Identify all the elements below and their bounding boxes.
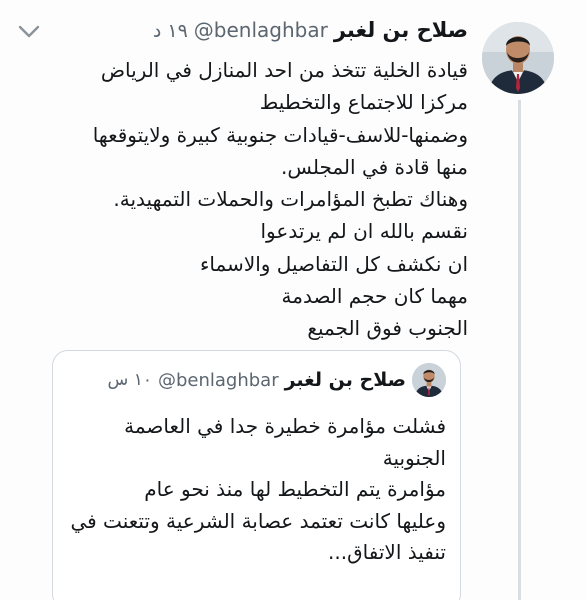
quoted-user-handle: @benlaghbar	[157, 369, 279, 391]
chevron-down-icon[interactable]	[18, 24, 40, 40]
tweet-header: صلاح بن لغبر @benlaghbar ١٩ د	[153, 18, 468, 52]
quoted-line: مؤامرة يتم التخطيط لها منذ نحو عام	[144, 477, 446, 501]
user-handle[interactable]: @benlaghbar	[194, 18, 328, 42]
quoted-avatar	[412, 363, 446, 397]
avatar[interactable]	[482, 22, 554, 94]
quoted-line: الجنوبية	[382, 445, 446, 470]
profile-photo-icon	[482, 22, 554, 94]
tweet-line: وضمنها-للاسف-قيادات جنوبية كبيرة ولايتوق…	[92, 122, 468, 147]
quoted-timestamp: ١٠ س	[107, 370, 152, 390]
tweet-text: قيادة الخلية تتخذ من احد المنازل في الري…	[28, 54, 468, 345]
tweet-screenshot: صلاح بن لغبر @benlaghbar ١٩ د قيادة الخل…	[0, 0, 586, 600]
timestamp[interactable]: ١٩ د	[153, 20, 188, 42]
thread-connector	[518, 100, 521, 600]
quoted-display-name: صلاح بن لغبر	[284, 369, 406, 391]
profile-photo-icon	[412, 363, 446, 397]
display-name[interactable]: صلاح بن لغبر	[334, 18, 468, 42]
tweet-line: وهناك تطبخ المؤامرات والحملات التمهيدية.	[113, 187, 468, 212]
quoted-line: فشلت مؤامرة خطيرة جدا في العاصمة	[124, 414, 446, 438]
quoted-tweet-text: فشلت مؤامرة خطيرة جدا في العاصمة الجنوبي…	[66, 411, 446, 569]
quoted-line: وعليها كانت تعتمد عصابة الشرعية وتتعنت ف…	[70, 508, 446, 533]
tweet-line: الجنوب فوق الجميع	[307, 316, 468, 341]
tweet-line: ان نكشف كل التفاصيل والاسماء	[200, 251, 468, 276]
tweet-line: مركزا للاجتماع والتخطيط	[259, 90, 468, 115]
tweet-line: منها قادة في المجلس.	[280, 154, 468, 179]
quoted-tweet-header: صلاح بن لغبر @benlaghbar ١٠ س	[108, 363, 446, 397]
tweet-line: نقسم بالله ان لم يرتدعوا	[260, 219, 469, 244]
quoted-tweet-card[interactable]: صلاح بن لغبر @benlaghbar ١٠ س فشلت مؤامر…	[52, 350, 461, 600]
tweet-line: قيادة الخلية تتخذ من احد المنازل في الري…	[100, 58, 468, 82]
quoted-line: تنفيذ الاتفاق...	[328, 540, 446, 564]
tweet-line: مهما كان حجم الصدمة	[281, 284, 468, 309]
